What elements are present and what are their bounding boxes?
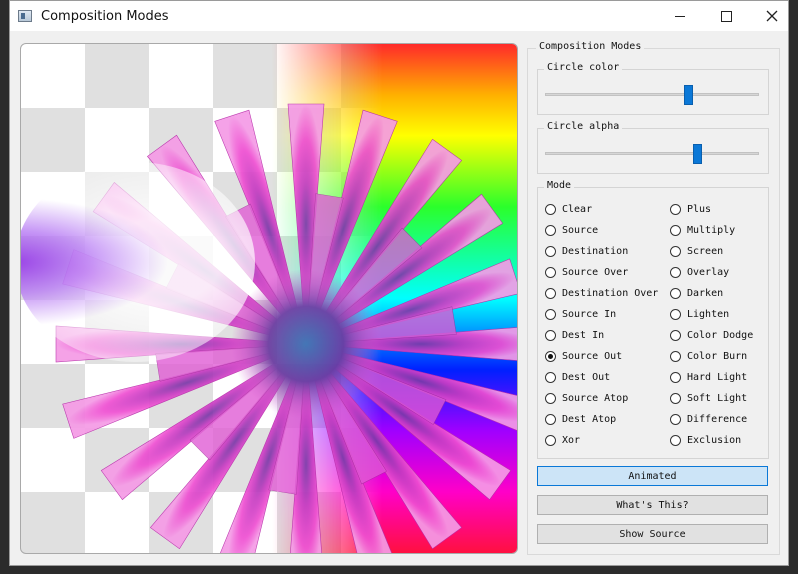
- radio-label: Dest Out: [562, 372, 611, 383]
- circle-alpha-slider-handle[interactable]: [692, 144, 702, 164]
- mode-radio-source[interactable]: Source: [545, 225, 598, 236]
- mode-radio-dest-atop[interactable]: Dest Atop: [545, 414, 616, 425]
- radio-indicator[interactable]: [670, 309, 681, 320]
- radio-indicator[interactable]: [670, 267, 681, 278]
- radio-indicator[interactable]: [545, 372, 556, 383]
- radio-indicator[interactable]: [670, 414, 681, 425]
- radio-label: Destination: [562, 246, 629, 257]
- mode-radio-destination[interactable]: Destination: [545, 246, 628, 257]
- mode-radio-clear[interactable]: Clear: [545, 204, 592, 215]
- circle-color-track[interactable]: [545, 93, 759, 96]
- minimize-button[interactable]: [657, 1, 703, 31]
- radio-indicator[interactable]: [545, 204, 556, 215]
- whats-this-button[interactable]: What's This?: [537, 495, 768, 515]
- radio-label: Exclusion: [687, 435, 742, 446]
- radio-label: Source In: [562, 309, 617, 320]
- mode-radio-color-burn[interactable]: Color Burn: [670, 351, 747, 362]
- radio-indicator[interactable]: [670, 288, 681, 299]
- composited-circle[interactable]: [21, 162, 255, 362]
- radio-indicator[interactable]: [545, 225, 556, 236]
- mode-radio-source-atop[interactable]: Source Atop: [545, 393, 628, 404]
- radio-indicator[interactable]: [670, 351, 681, 362]
- radio-label: Dest Atop: [562, 414, 617, 425]
- circle-color-slider-handle[interactable]: [684, 85, 694, 105]
- radio-indicator[interactable]: [545, 393, 556, 404]
- radio-label: Lighten: [687, 309, 730, 320]
- maximize-button[interactable]: [703, 1, 749, 31]
- radio-label: Difference: [687, 414, 748, 425]
- mode-radio-dest-out[interactable]: Dest Out: [545, 372, 610, 383]
- mode-radio-dest-in[interactable]: Dest In: [545, 330, 604, 341]
- radio-indicator[interactable]: [545, 288, 556, 299]
- radio-indicator[interactable]: [545, 309, 556, 320]
- radio-label: Screen: [687, 246, 724, 257]
- close-button[interactable]: [749, 1, 795, 31]
- radio-label: Dest In: [562, 330, 605, 341]
- circle-alpha-group: [537, 128, 769, 174]
- app-window: Composition Modes Composition Modes Circ…: [9, 0, 789, 566]
- radio-indicator[interactable]: [670, 372, 681, 383]
- radio-label: Clear: [562, 204, 593, 215]
- maximize-icon: [720, 10, 732, 22]
- radio-label: Source Out: [562, 351, 623, 362]
- radio-label: Overlay: [687, 267, 730, 278]
- radio-label: Xor: [562, 435, 581, 446]
- app-icon: [18, 10, 32, 22]
- radio-label: Source Over: [562, 267, 629, 278]
- radio-label: Darken: [687, 288, 724, 299]
- composition-modes-title: Composition Modes: [536, 41, 645, 52]
- radio-label: Soft Light: [687, 393, 748, 404]
- mode-radio-source-in[interactable]: Source In: [545, 309, 616, 320]
- mode-radio-color-dodge[interactable]: Color Dodge: [670, 330, 753, 341]
- radio-indicator[interactable]: [670, 330, 681, 341]
- mode-radio-hard-light[interactable]: Hard Light: [670, 372, 747, 383]
- animated-button[interactable]: Animated: [537, 466, 768, 486]
- radio-label: Source Atop: [562, 393, 629, 404]
- radio-indicator[interactable]: [670, 246, 681, 257]
- composition-canvas[interactable]: [20, 43, 518, 554]
- circle-alpha-track[interactable]: [545, 152, 759, 155]
- radio-label: Source: [562, 225, 599, 236]
- mode-radio-difference[interactable]: Difference: [670, 414, 747, 425]
- mode-radio-soft-light[interactable]: Soft Light: [670, 393, 747, 404]
- radio-label: Destination Over: [562, 288, 659, 299]
- show-source-button[interactable]: Show Source: [537, 524, 768, 544]
- circle-color-group: [537, 69, 769, 115]
- mode-radio-overlay[interactable]: Overlay: [670, 267, 729, 278]
- mode-label: Mode: [544, 180, 575, 191]
- mode-radio-source-over[interactable]: Source Over: [545, 267, 628, 278]
- radio-label: Hard Light: [687, 372, 748, 383]
- radio-indicator[interactable]: [545, 330, 556, 341]
- minimize-icon: [675, 15, 685, 17]
- radio-indicator[interactable]: [545, 414, 556, 425]
- radio-label: Color Burn: [687, 351, 748, 362]
- close-icon: [766, 10, 778, 22]
- radio-label: Plus: [687, 204, 712, 215]
- window-title: Composition Modes: [41, 8, 169, 24]
- radio-indicator[interactable]: [670, 204, 681, 215]
- radio-label: Multiply: [687, 225, 736, 236]
- radio-label: Color Dodge: [687, 330, 754, 341]
- radio-indicator[interactable]: [545, 435, 556, 446]
- mode-radio-multiply[interactable]: Multiply: [670, 225, 735, 236]
- mode-radio-screen[interactable]: Screen: [670, 246, 723, 257]
- mode-radio-destination-over[interactable]: Destination Over: [545, 288, 658, 299]
- mode-radio-darken[interactable]: Darken: [670, 288, 723, 299]
- radio-indicator[interactable]: [545, 267, 556, 278]
- radio-indicator[interactable]: [545, 351, 556, 362]
- mode-radio-xor[interactable]: Xor: [545, 435, 580, 446]
- circle-alpha-label: Circle alpha: [544, 121, 623, 132]
- radio-indicator[interactable]: [670, 435, 681, 446]
- radio-indicator[interactable]: [670, 225, 681, 236]
- radio-indicator[interactable]: [545, 246, 556, 257]
- radio-indicator[interactable]: [670, 393, 681, 404]
- mode-radio-exclusion[interactable]: Exclusion: [670, 435, 741, 446]
- circle-color-label: Circle color: [544, 62, 623, 73]
- title-bar[interactable]: Composition Modes: [10, 1, 788, 31]
- mode-radio-lighten[interactable]: Lighten: [670, 309, 729, 320]
- mode-radio-source-out[interactable]: Source Out: [545, 351, 622, 362]
- mode-radio-plus[interactable]: Plus: [670, 204, 711, 215]
